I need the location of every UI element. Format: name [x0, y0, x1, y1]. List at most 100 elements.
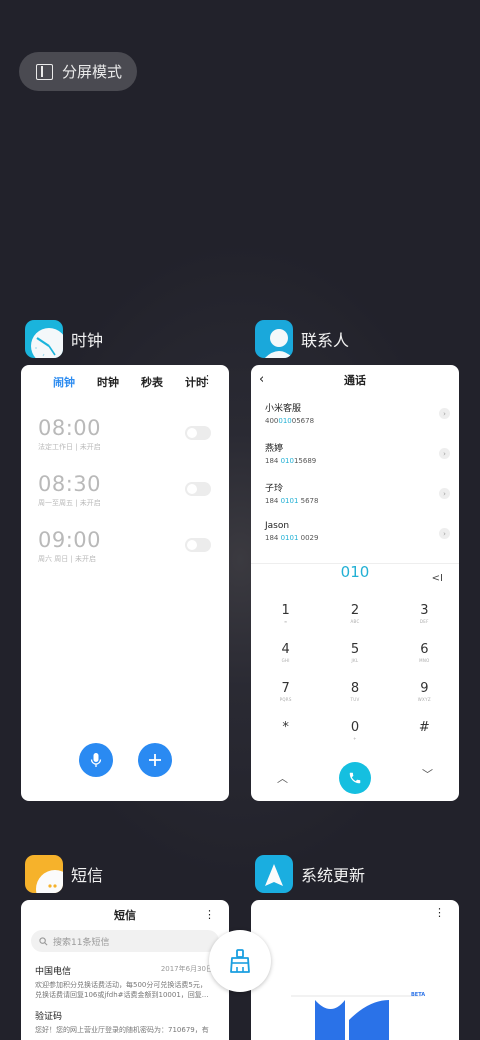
clock-tabs: 闹钟 时钟 秒表 计时 — [21, 365, 229, 390]
split-screen-button[interactable]: 分屏模式 — [19, 52, 137, 91]
split-screen-icon — [36, 63, 53, 80]
contact-name: Jason — [265, 521, 290, 531]
clock-app-header[interactable]: 时钟 — [25, 320, 103, 358]
back-icon[interactable]: ‹ — [259, 372, 264, 387]
chevron-right-icon[interactable]: › — [439, 488, 450, 499]
contact-number: 184 01015689 — [265, 457, 317, 465]
dial-key[interactable]: 4 GHI — [251, 642, 320, 676]
sms-app-icon — [25, 855, 63, 893]
more-icon[interactable]: ⋮ — [202, 373, 213, 386]
sms-preview: 兑换话费请回复106或jfdh#话费金额到10001，回复... — [35, 991, 209, 999]
contacts-app-card[interactable]: ‹ 通话 小米客服 40001005678 › 燕婷 184 01015689 … — [251, 365, 459, 801]
sms-date: 2017年6月30日 — [160, 965, 213, 973]
clear-all-button[interactable] — [209, 930, 271, 992]
voice-button[interactable] — [79, 743, 113, 777]
dial-key[interactable]: 9 WXYZ — [390, 681, 459, 715]
sms-app-card[interactable]: 短信 ⋮ 搜索11条短信 中国电信 2017年6月30日 欢迎参加积分兑换话费活… — [21, 900, 229, 1040]
beta-badge: BETA — [411, 992, 426, 998]
dial-key-digit: 1 — [281, 603, 290, 618]
alarm-item[interactable]: 08:00 法定工作日 | 未开启 — [38, 416, 229, 472]
chevron-right-icon[interactable]: › — [439, 448, 450, 459]
page-title: 短信 — [114, 909, 136, 922]
clock-app-icon — [25, 320, 63, 358]
dial-key[interactable]: # — [390, 720, 459, 754]
dial-key[interactable]: 6 MNO — [390, 642, 459, 676]
call-button[interactable] — [339, 762, 371, 794]
tab-stopwatch[interactable]: 秒表 — [141, 374, 163, 390]
dial-key-letters: WXYZ — [417, 697, 431, 702]
split-screen-label: 分屏模式 — [62, 63, 123, 81]
broom-icon — [230, 949, 250, 973]
update-app-card[interactable]: ⋮ BETA — [251, 900, 459, 1040]
tab-alarm[interactable]: 闹钟 — [53, 374, 75, 390]
sms-app-header[interactable]: 短信 — [25, 855, 103, 893]
update-illustration — [291, 995, 421, 1040]
list-item[interactable]: 中国电信 2017年6月30日 欢迎参加积分兑换话费活动，每500分可兑换话费5… — [21, 957, 229, 1007]
search-input[interactable]: 搜索11条短信 — [31, 930, 219, 952]
dial-key-digit: 0 — [350, 720, 360, 735]
dial-key-digit: 7 — [281, 681, 290, 696]
dial-keypad: 1 ∞ 2 ABC 3 DEF 4 GHI 5 JKL 6 MNO 7 PQRS 8 TUV 9 WXYZ * 0 + # — [251, 603, 459, 754]
dial-key-letters: GHI — [281, 658, 290, 663]
update-app-header[interactable]: 系统更新 — [255, 855, 365, 893]
alarm-desc: 周一至周五 | 未开启 — [38, 499, 101, 507]
dial-key-digit: 2 — [350, 603, 360, 618]
alarm-toggle[interactable] — [185, 426, 211, 440]
chevron-down-icon[interactable]: ﹀ — [422, 766, 433, 782]
dial-key[interactable]: 8 TUV — [320, 681, 389, 715]
chevron-right-icon[interactable]: › — [439, 528, 450, 539]
contacts-app-header[interactable]: 联系人 — [255, 320, 349, 358]
list-item[interactable]: Jason 184 0101 0029 › — [251, 515, 459, 555]
alarm-desc: 法定工作日 | 未开启 — [38, 443, 101, 451]
list-item[interactable]: 子玲 184 0101 5678 › — [251, 475, 459, 515]
dial-key[interactable]: 3 DEF — [390, 603, 459, 637]
dial-key[interactable]: 2 ABC — [320, 603, 389, 637]
search-icon — [39, 936, 48, 945]
call-controls: ︿ ﹀ — [251, 762, 459, 796]
sms-preview: 欢迎参加积分兑换话费活动，每500分可兑换话费5元， — [35, 981, 207, 989]
clock-app-card[interactable]: 闹钟 时钟 秒表 计时 ⋮ 08:00 法定工作日 | 未开启 08:30 周一… — [21, 365, 229, 801]
plus-icon — [149, 754, 161, 766]
sms-preview: 您好！您的网上营业厅登录的随机密码为：710679，有 — [35, 1026, 209, 1034]
dial-key-digit: * — [282, 720, 289, 735]
sms-sender: 验证码 — [35, 1012, 63, 1022]
dial-key-digit: 5 — [350, 642, 360, 657]
chevron-up-icon[interactable]: ︿ — [277, 770, 288, 786]
alarm-item[interactable]: 08:30 周一至周五 | 未开启 — [38, 472, 229, 528]
dial-key[interactable]: 1 ∞ — [251, 603, 320, 637]
contact-number: 40001005678 — [265, 417, 315, 425]
sms-title-bar: 短信 ⋮ — [21, 900, 229, 930]
dial-key[interactable]: 0 + — [320, 720, 389, 754]
alarm-toggle[interactable] — [185, 538, 211, 552]
dial-entry[interactable]: 010 — [251, 563, 459, 593]
dial-key-digit: 4 — [281, 642, 290, 657]
dial-key[interactable]: 5 JKL — [320, 642, 389, 676]
contacts-app-name: 联系人 — [301, 331, 350, 350]
tab-clock[interactable]: 时钟 — [97, 374, 119, 390]
dial-key-letters: ∞ — [283, 619, 288, 624]
dial-key-letters: TUV — [350, 697, 360, 702]
list-item[interactable]: 燕婷 184 01015689 › — [251, 435, 459, 475]
dial-key-digit: 3 — [420, 603, 429, 618]
chevron-right-icon[interactable]: › — [439, 408, 450, 419]
page-title: 通话 — [344, 374, 366, 387]
clock-app-name: 时钟 — [71, 331, 104, 350]
microphone-icon — [90, 753, 102, 767]
backspace-icon[interactable]: <I — [432, 573, 443, 584]
update-app-name: 系统更新 — [301, 866, 366, 885]
sms-app-name: 短信 — [71, 866, 104, 885]
dial-key-digit: # — [418, 720, 430, 735]
list-item[interactable]: 验证码 您好！您的网上营业厅登录的随机密码为：710679，有 — [21, 1007, 229, 1040]
dial-key-digit: 6 — [420, 642, 429, 657]
dial-key-letters: JKL — [351, 658, 359, 663]
contacts-title-bar: ‹ 通话 — [251, 365, 459, 395]
dial-key-letters: ABC — [350, 619, 360, 624]
dial-key[interactable]: * — [251, 720, 320, 754]
add-alarm-button[interactable] — [138, 743, 172, 777]
more-icon[interactable]: ⋮ — [204, 908, 215, 921]
alarm-item[interactable]: 09:00 周六 周日 | 未开启 — [38, 528, 229, 584]
dial-key[interactable]: 7 PQRS — [251, 681, 320, 715]
update-app-icon — [255, 855, 293, 893]
alarm-toggle[interactable] — [185, 482, 211, 496]
list-item[interactable]: 小米客服 40001005678 › — [251, 395, 459, 435]
